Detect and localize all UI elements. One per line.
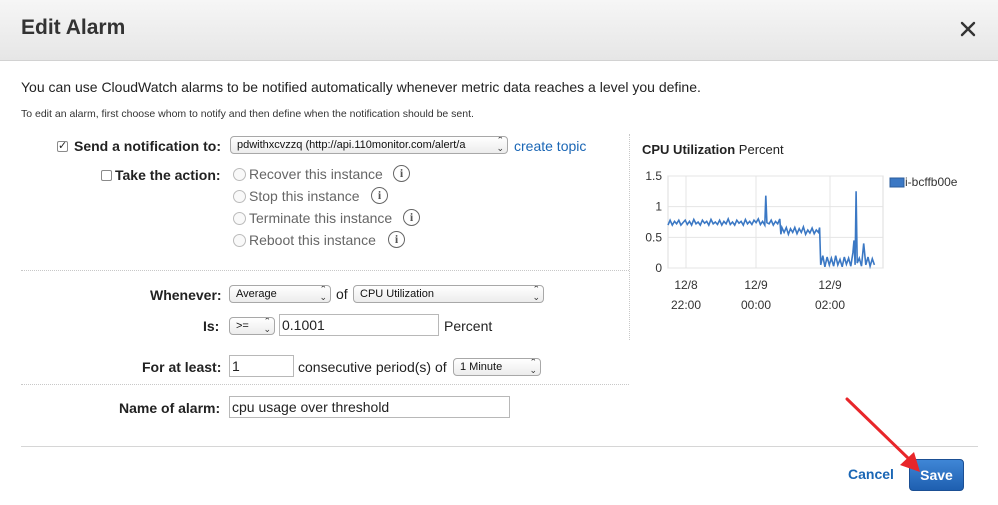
chart-title: CPU Utilization Percent xyxy=(642,142,784,157)
section-divider xyxy=(21,270,629,271)
send-notification-label: Send a notification to: xyxy=(74,138,221,154)
x-tick-label: 12/9 xyxy=(818,278,842,292)
threshold-input[interactable]: 0.1001 xyxy=(279,314,439,336)
x-tick-label: 12/8 xyxy=(674,278,698,292)
metric-select[interactable]: CPU Utilization ⌃ ⌄ xyxy=(353,285,544,303)
dialog-header: Edit Alarm xyxy=(0,0,998,61)
x-tick-label: 12/9 xyxy=(744,278,768,292)
info-icon[interactable]: i xyxy=(403,209,420,226)
legend-swatch xyxy=(889,177,905,188)
notification-topic-value: pdwithxcvzzq (http://api.110monitor.com/… xyxy=(237,139,466,151)
stop-instance-label: Stop this instance xyxy=(249,188,360,204)
cpu-utilization-chart: 1.5 1 0.5 0 12/8 22:00 12/9 00:00 12/9 02:00 i-bcf… xyxy=(645,169,958,312)
of-text: of xyxy=(336,286,348,302)
alarm-name-label: Name of alarm: xyxy=(119,400,221,416)
y-tick-label: 0.5 xyxy=(645,230,662,244)
select-arrows-icon: ⌃ ⌄ xyxy=(263,317,271,335)
threshold-unit: Percent xyxy=(444,318,493,334)
x-tick-label: 00:00 xyxy=(741,298,771,312)
intro-subtext: To edit an alarm, first choose whom to n… xyxy=(21,108,474,120)
take-action-label: Take the action: xyxy=(115,167,221,183)
info-icon[interactable]: i xyxy=(388,231,405,248)
select-arrows-icon: ⌃ ⌄ xyxy=(496,136,504,154)
intro-text: You can use CloudWatch alarms to be noti… xyxy=(21,79,701,95)
period-select[interactable]: 1 Minute ⌃ ⌄ xyxy=(453,358,541,376)
dialog-title: Edit Alarm xyxy=(21,16,126,39)
select-arrows-icon: ⌃ ⌄ xyxy=(529,358,537,376)
periods-input[interactable]: 1 xyxy=(229,355,294,377)
recover-instance-radio[interactable] xyxy=(233,168,246,181)
select-arrows-icon: ⌃ ⌄ xyxy=(532,285,540,303)
annotation-arrow-icon xyxy=(845,397,920,472)
chart-metric-name: CPU Utilization xyxy=(642,142,736,157)
legend-label: i-bcffb00e xyxy=(905,175,958,189)
recover-instance-label: Recover this instance xyxy=(249,166,383,182)
select-arrows-icon: ⌃ ⌄ xyxy=(319,285,327,303)
terminate-instance-label: Terminate this instance xyxy=(249,210,393,226)
notification-topic-select[interactable]: pdwithxcvzzq (http://api.110monitor.com/… xyxy=(230,136,508,154)
stop-instance-radio[interactable] xyxy=(233,190,246,203)
y-tick-label: 1 xyxy=(655,200,662,214)
x-tick-label: 02:00 xyxy=(815,298,845,312)
terminate-instance-radio[interactable] xyxy=(233,212,246,225)
take-action-checkbox[interactable] xyxy=(101,170,112,181)
info-icon[interactable]: i xyxy=(371,187,388,204)
send-notification-checkbox[interactable] xyxy=(57,139,68,152)
whenever-label: Whenever: xyxy=(150,287,222,303)
operator-value: >= xyxy=(236,320,249,332)
reboot-instance-radio[interactable] xyxy=(233,234,246,247)
x-tick-label: 22:00 xyxy=(671,298,701,312)
period-value: 1 Minute xyxy=(460,361,503,373)
reboot-instance-label: Reboot this instance xyxy=(249,232,376,248)
section-divider xyxy=(21,384,629,385)
consecutive-periods-text: consecutive period(s) of xyxy=(298,359,447,375)
statistic-select[interactable]: Average ⌃ ⌄ xyxy=(229,285,331,303)
y-tick-label: 0 xyxy=(655,261,662,275)
close-icon[interactable] xyxy=(956,17,980,41)
statistic-value: Average xyxy=(236,288,277,300)
footer-divider xyxy=(21,446,978,447)
operator-select[interactable]: >= ⌃ ⌄ xyxy=(229,317,275,335)
info-icon[interactable]: i xyxy=(393,165,410,182)
metric-value: CPU Utilization xyxy=(360,288,434,300)
y-tick-label: 1.5 xyxy=(645,169,662,183)
alarm-name-input[interactable]: cpu usage over threshold xyxy=(229,396,510,418)
is-label: Is: xyxy=(203,318,220,334)
create-topic-link[interactable]: create topic xyxy=(514,138,586,154)
chart-unit: Percent xyxy=(738,142,784,157)
for-at-least-label: For at least: xyxy=(142,359,222,375)
